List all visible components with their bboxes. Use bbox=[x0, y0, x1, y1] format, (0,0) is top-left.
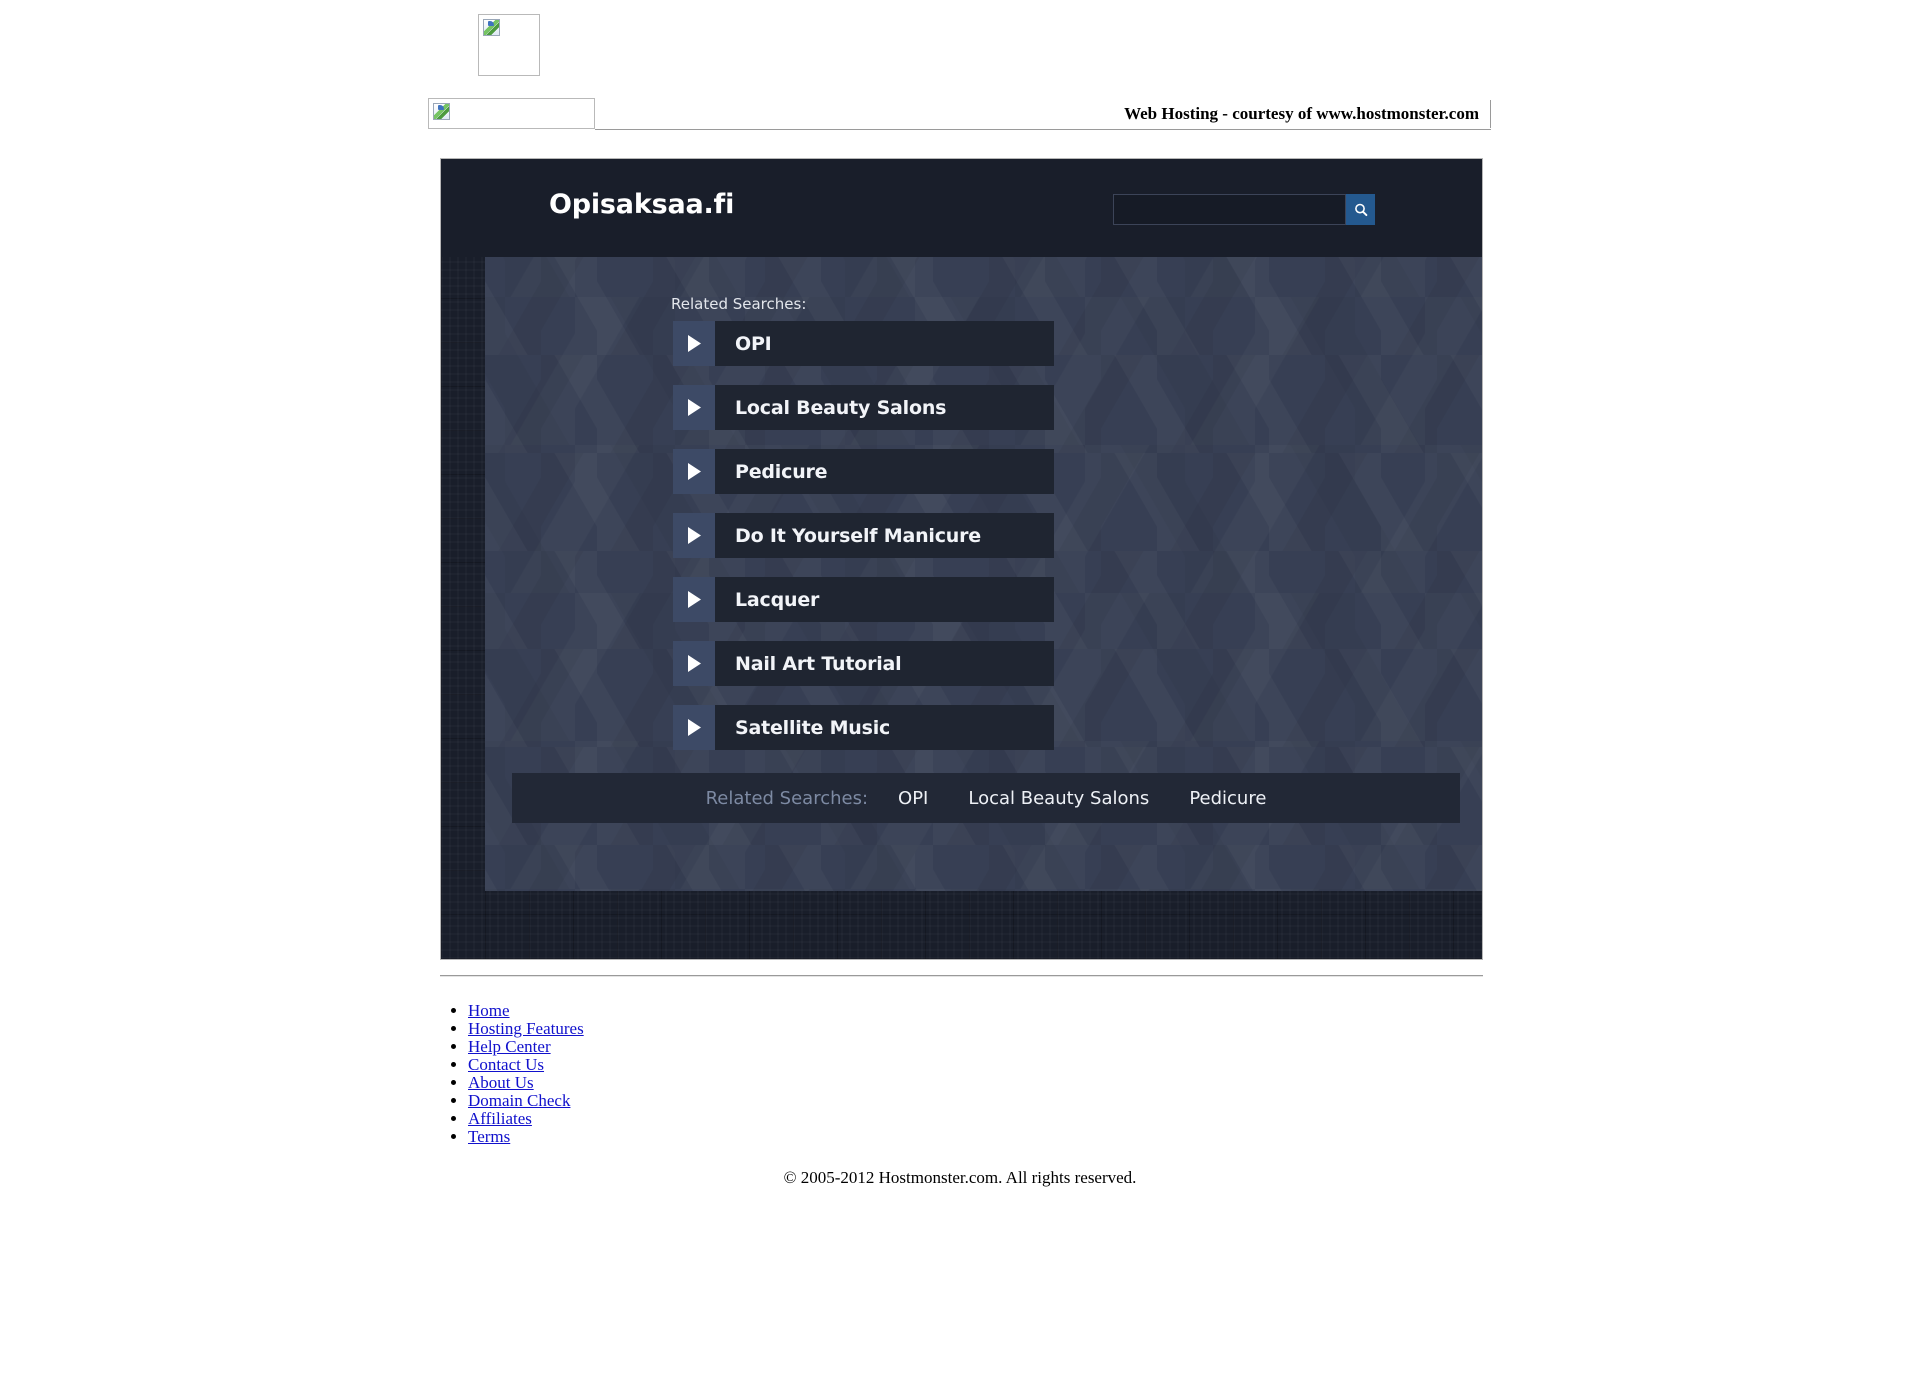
related-searches-bar-link[interactable]: Local Beauty Salons bbox=[968, 788, 1149, 809]
list-item[interactable]: Nail Art Tutorial bbox=[673, 641, 1054, 686]
list-item-label: Local Beauty Salons bbox=[715, 385, 1054, 430]
courtesy-banner-row: Web Hosting - courtesy of www.hostmonste… bbox=[428, 98, 1491, 130]
related-searches-bar-label: Related Searches: bbox=[705, 787, 869, 809]
related-searches-bar: Related Searches: OPI Local Beauty Salon… bbox=[512, 773, 1460, 823]
copyright-text: © 2005-2012 Hostmonster.com. All rights … bbox=[783, 1168, 1137, 1187]
list-item-label: Satellite Music bbox=[715, 705, 1054, 750]
list-item: Home bbox=[468, 1002, 584, 1020]
page-title: Opisaksaa.fi bbox=[549, 189, 735, 220]
play-triangle-icon bbox=[673, 577, 715, 622]
play-triangle-icon bbox=[673, 705, 715, 750]
footer-link-affiliates[interactable]: Affiliates bbox=[468, 1109, 532, 1128]
list-item: Domain Check bbox=[468, 1092, 584, 1110]
search-input[interactable] bbox=[1113, 194, 1346, 225]
list-item[interactable]: OPI bbox=[673, 321, 1054, 366]
list-item-label: Do It Yourself Manicure bbox=[715, 513, 1054, 558]
search-form bbox=[1113, 194, 1375, 225]
footer-link-help-center[interactable]: Help Center bbox=[468, 1037, 551, 1056]
list-item[interactable]: Local Beauty Salons bbox=[673, 385, 1054, 430]
play-triangle-icon bbox=[673, 449, 715, 494]
play-triangle-icon bbox=[673, 321, 715, 366]
courtesy-end-tick bbox=[1490, 100, 1491, 128]
related-searches-bar-link[interactable]: OPI bbox=[898, 788, 928, 809]
content-panel: Related Searches: OPI Local Beauty Salon… bbox=[485, 257, 1482, 891]
related-searches-list: OPI Local Beauty Salons Pedicure Do It Y… bbox=[673, 321, 1054, 769]
list-item-label: Pedicure bbox=[715, 449, 1054, 494]
footer-nav: Home Hosting Features Help Center Contac… bbox=[440, 1002, 584, 1146]
footer-link-terms[interactable]: Terms bbox=[468, 1127, 510, 1146]
footer-link-hosting-features[interactable]: Hosting Features bbox=[468, 1019, 584, 1038]
play-triangle-icon bbox=[673, 641, 715, 686]
related-searches-bar-link[interactable]: Pedicure bbox=[1189, 788, 1266, 809]
list-item: Affiliates bbox=[468, 1110, 584, 1128]
courtesy-text: Web Hosting - courtesy of www.hostmonste… bbox=[1124, 104, 1479, 123]
footer-link-about-us[interactable]: About Us bbox=[468, 1073, 534, 1092]
list-item: Help Center bbox=[468, 1038, 584, 1056]
list-item[interactable]: Lacquer bbox=[673, 577, 1054, 622]
courtesy-divider bbox=[595, 129, 1491, 130]
parked-domain-page: Opisaksaa.fi Related Searches: OPI Local… bbox=[440, 158, 1483, 960]
list-item-label: OPI bbox=[715, 321, 1054, 366]
page-header: Opisaksaa.fi bbox=[441, 159, 1482, 257]
list-item-label: Nail Art Tutorial bbox=[715, 641, 1054, 686]
play-triangle-icon bbox=[673, 385, 715, 430]
broken-image-icon-logo-top bbox=[478, 14, 540, 76]
list-item-label: Lacquer bbox=[715, 577, 1054, 622]
search-button[interactable] bbox=[1346, 194, 1375, 225]
list-item: About Us bbox=[468, 1074, 584, 1092]
footer-link-home[interactable]: Home bbox=[468, 1001, 510, 1020]
list-item[interactable]: Do It Yourself Manicure bbox=[673, 513, 1054, 558]
list-item: Contact Us bbox=[468, 1056, 584, 1074]
related-searches-label: Related Searches: bbox=[671, 295, 807, 313]
copyright-notice: © 2005-2012 Hostmonster.com. All rights … bbox=[0, 1168, 1920, 1188]
play-triangle-icon bbox=[673, 513, 715, 558]
list-item: Hosting Features bbox=[468, 1020, 584, 1038]
broken-image-icon-banner bbox=[428, 98, 595, 129]
footer-link-contact-us[interactable]: Contact Us bbox=[468, 1055, 544, 1074]
list-item[interactable]: Satellite Music bbox=[673, 705, 1054, 750]
list-item: Terms bbox=[468, 1128, 584, 1146]
footer-link-domain-check[interactable]: Domain Check bbox=[468, 1091, 570, 1110]
list-item[interactable]: Pedicure bbox=[673, 449, 1054, 494]
footer-divider bbox=[440, 975, 1483, 977]
search-icon bbox=[1346, 202, 1375, 218]
